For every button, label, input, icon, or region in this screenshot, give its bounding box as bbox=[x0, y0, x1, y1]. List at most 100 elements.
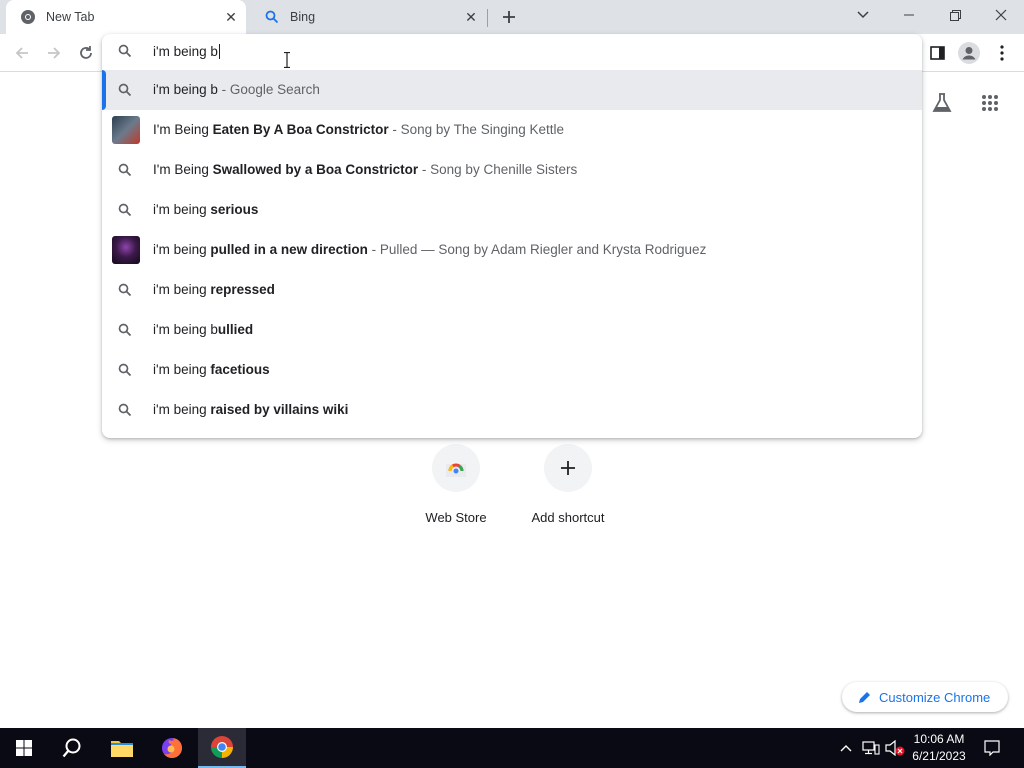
forward-button[interactable] bbox=[39, 38, 69, 68]
restore-button[interactable] bbox=[932, 0, 978, 30]
suggestion-text: I'm Being Swallowed by a Boa Constrictor… bbox=[153, 162, 577, 177]
file-explorer-button[interactable] bbox=[98, 728, 146, 768]
network-button[interactable] bbox=[860, 728, 882, 768]
tab-search-button[interactable] bbox=[840, 0, 886, 30]
forward-arrow-icon bbox=[48, 47, 61, 59]
suggestion-item[interactable]: I'm Being Swallowed by a Boa Constrictor… bbox=[102, 150, 922, 190]
search-icon bbox=[62, 738, 81, 758]
network-icon bbox=[862, 741, 880, 755]
close-icon bbox=[995, 9, 1007, 21]
reload-icon bbox=[80, 46, 92, 59]
suggestion-completion: repressed bbox=[210, 282, 275, 297]
suggestion-prefix: I'm Being bbox=[153, 162, 213, 177]
tab-bing[interactable]: Bing ✕ bbox=[250, 0, 486, 34]
suggestion-prefix: i'm being bbox=[153, 282, 211, 297]
avatar-icon bbox=[958, 42, 980, 64]
side-panel-button[interactable] bbox=[922, 38, 952, 68]
close-tab-icon[interactable]: ✕ bbox=[460, 6, 482, 28]
search-icon bbox=[118, 203, 132, 217]
volume-muted-icon bbox=[885, 740, 905, 756]
suggestion-prefix: i'm being b bbox=[153, 322, 218, 337]
suggestion-completion: serious bbox=[210, 202, 259, 217]
suggestion-text: i'm being bullied bbox=[153, 322, 253, 337]
taskbar: 10:06 AM 6/21/2023 bbox=[0, 728, 1024, 768]
address-input[interactable]: i'm being b bbox=[153, 44, 220, 59]
back-arrow-icon bbox=[15, 47, 28, 59]
search-icon bbox=[118, 283, 132, 297]
customize-chrome-button[interactable]: Customize Chrome bbox=[842, 682, 1008, 712]
suggestion-prefix: i'm being bbox=[153, 202, 211, 217]
suggestion-text: i'm being repressed bbox=[153, 282, 275, 297]
windows-icon bbox=[16, 740, 32, 756]
show-hidden-icons-button[interactable] bbox=[836, 728, 856, 768]
folder-icon bbox=[111, 741, 133, 757]
chrome-taskbar-button[interactable] bbox=[198, 728, 246, 768]
suggestion-item[interactable]: i'm being serious bbox=[102, 190, 922, 230]
flask-icon bbox=[932, 93, 952, 112]
suggestion-text: i'm being serious bbox=[153, 202, 258, 217]
suggestion-item[interactable]: i'm being raised by villains wiki bbox=[102, 390, 922, 430]
search-icon bbox=[118, 83, 132, 97]
side-panel-icon bbox=[929, 46, 945, 60]
back-button[interactable] bbox=[7, 38, 37, 68]
search-icon bbox=[118, 163, 132, 177]
suggestion-thumbnail bbox=[112, 116, 140, 144]
suggestion-item[interactable]: i'm being facetious bbox=[102, 350, 922, 390]
search-button[interactable] bbox=[48, 728, 96, 768]
suggestion-completion: facetious bbox=[210, 362, 270, 377]
notifications-button[interactable] bbox=[978, 728, 1006, 768]
clock-date: 6/21/2023 bbox=[912, 749, 966, 763]
suggestion-prefix: I'm Being bbox=[153, 122, 213, 137]
close-window-button[interactable] bbox=[978, 0, 1024, 30]
suggestion-item[interactable]: I'm Being Eaten By A Boa Constrictor - S… bbox=[102, 110, 922, 150]
shortcut-add[interactable]: Add shortcut bbox=[512, 442, 624, 532]
restore-icon bbox=[949, 9, 961, 21]
suggestion-description: - Google Search bbox=[217, 82, 320, 97]
suggestion-item[interactable]: i'm being bullied bbox=[102, 310, 922, 350]
clock[interactable]: 10:06 AM 6/21/2023 bbox=[906, 731, 972, 765]
suggestion-thumbnail bbox=[112, 236, 140, 264]
firefox-icon bbox=[162, 738, 182, 758]
suggestion-text: i'm being b - Google Search bbox=[153, 82, 320, 97]
tab-title: New Tab bbox=[46, 10, 95, 24]
ibeam-cursor-icon bbox=[284, 52, 290, 68]
suggestion-prefix: i'm being bbox=[153, 242, 211, 257]
search-icon bbox=[118, 323, 132, 337]
address-bar[interactable]: i'm being b bbox=[102, 34, 922, 70]
profile-button[interactable] bbox=[954, 38, 984, 68]
suggestion-item[interactable]: i'm being repressed bbox=[102, 270, 922, 310]
chrome-icon bbox=[20, 9, 36, 25]
new-tab-button[interactable] bbox=[496, 5, 522, 29]
tab-new-tab[interactable]: New Tab ✕ bbox=[6, 0, 246, 34]
suggestion-item[interactable]: i'm being b - Google Search bbox=[102, 70, 922, 110]
close-tab-icon[interactable]: ✕ bbox=[220, 6, 242, 28]
suggestion-text: i'm being raised by villains wiki bbox=[153, 402, 348, 417]
start-button[interactable] bbox=[0, 728, 48, 768]
suggestion-completion: ullied bbox=[217, 322, 254, 337]
tab-strip: New Tab ✕ Bing ✕ bbox=[0, 0, 1024, 34]
pencil-icon bbox=[859, 691, 870, 703]
volume-button[interactable] bbox=[884, 728, 906, 768]
firefox-button[interactable] bbox=[148, 728, 196, 768]
notification-icon bbox=[984, 740, 1000, 756]
reload-button[interactable] bbox=[71, 38, 101, 68]
search-icon bbox=[118, 44, 132, 58]
shortcut-label: Web Store bbox=[425, 510, 487, 525]
apps-grid-icon bbox=[982, 95, 998, 111]
plus-icon bbox=[503, 11, 515, 23]
suggestion-completion: Swallowed by a Boa Constrictor bbox=[212, 162, 419, 177]
chrome-icon bbox=[211, 736, 233, 758]
search-icon bbox=[264, 9, 280, 25]
suggestion-prefix: i'm being bbox=[153, 362, 211, 377]
labs-button[interactable] bbox=[928, 89, 956, 117]
minimize-button[interactable] bbox=[886, 0, 932, 30]
suggestion-description: - Pulled — Song by Adam Riegler and Krys… bbox=[367, 242, 707, 257]
suggestion-description: - Song by Chenille Sisters bbox=[418, 162, 578, 177]
text-caret bbox=[218, 44, 220, 59]
suggestion-item[interactable]: i'm being pulled in a new direction - Pu… bbox=[102, 230, 922, 270]
chevron-down-icon bbox=[857, 11, 869, 19]
menu-button[interactable] bbox=[987, 38, 1017, 68]
apps-button[interactable] bbox=[976, 89, 1004, 117]
shortcut-web-store[interactable]: Web Store bbox=[400, 442, 512, 532]
minimize-icon bbox=[904, 14, 914, 16]
